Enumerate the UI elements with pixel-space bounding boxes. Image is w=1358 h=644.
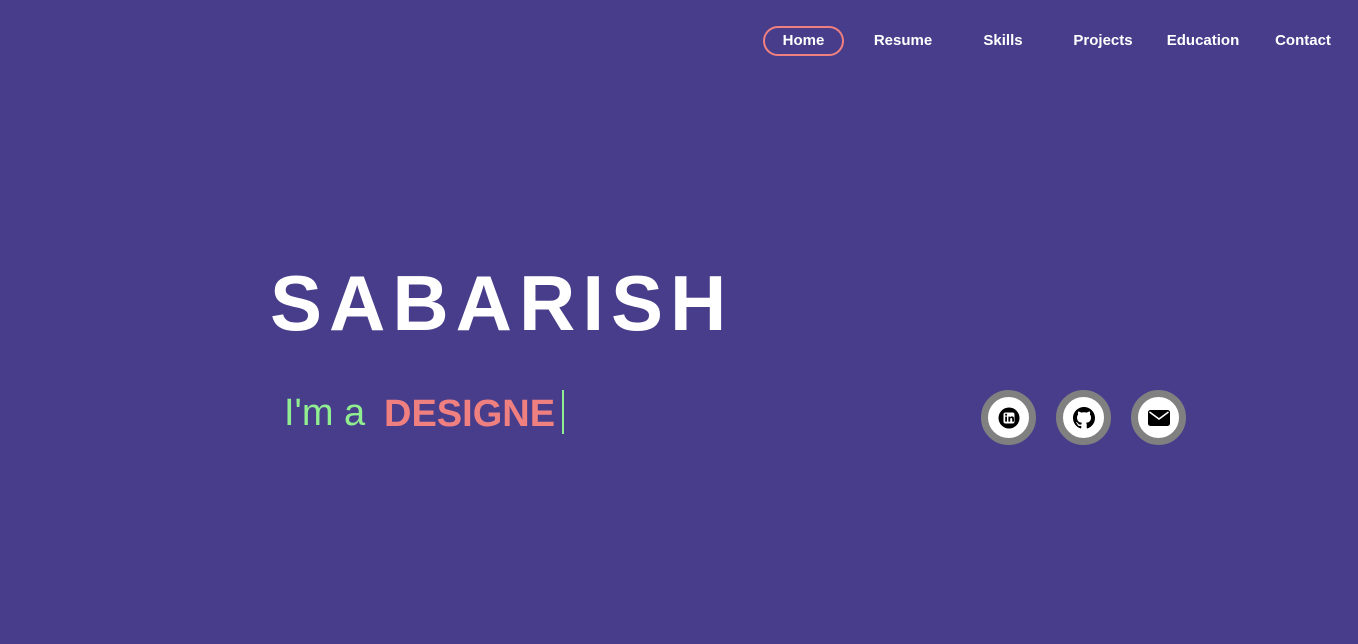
github-button[interactable] [1056, 390, 1111, 445]
linkedin-icon [998, 407, 1020, 429]
nav-resume[interactable]: Resume [863, 26, 943, 56]
nav-contact[interactable]: Contact [1263, 26, 1343, 56]
linkedin-button[interactable] [981, 390, 1036, 445]
email-button[interactable] [1131, 390, 1186, 445]
typing-cursor [562, 390, 564, 434]
nav-projects[interactable]: Projects [1063, 26, 1143, 56]
nav-education[interactable]: Education [1161, 26, 1245, 56]
top-navigation: Home Resume Skills Projects Education Co… [763, 26, 1353, 56]
hero-name: SABARISH [270, 259, 734, 347]
mail-icon [1147, 409, 1170, 426]
nav-skills[interactable]: Skills [963, 26, 1043, 56]
nav-home[interactable]: Home [763, 26, 844, 56]
tagline-prefix: I'm a [284, 392, 366, 434]
tagline-role: DESIGNE [384, 393, 556, 435]
github-icon [1072, 406, 1095, 429]
